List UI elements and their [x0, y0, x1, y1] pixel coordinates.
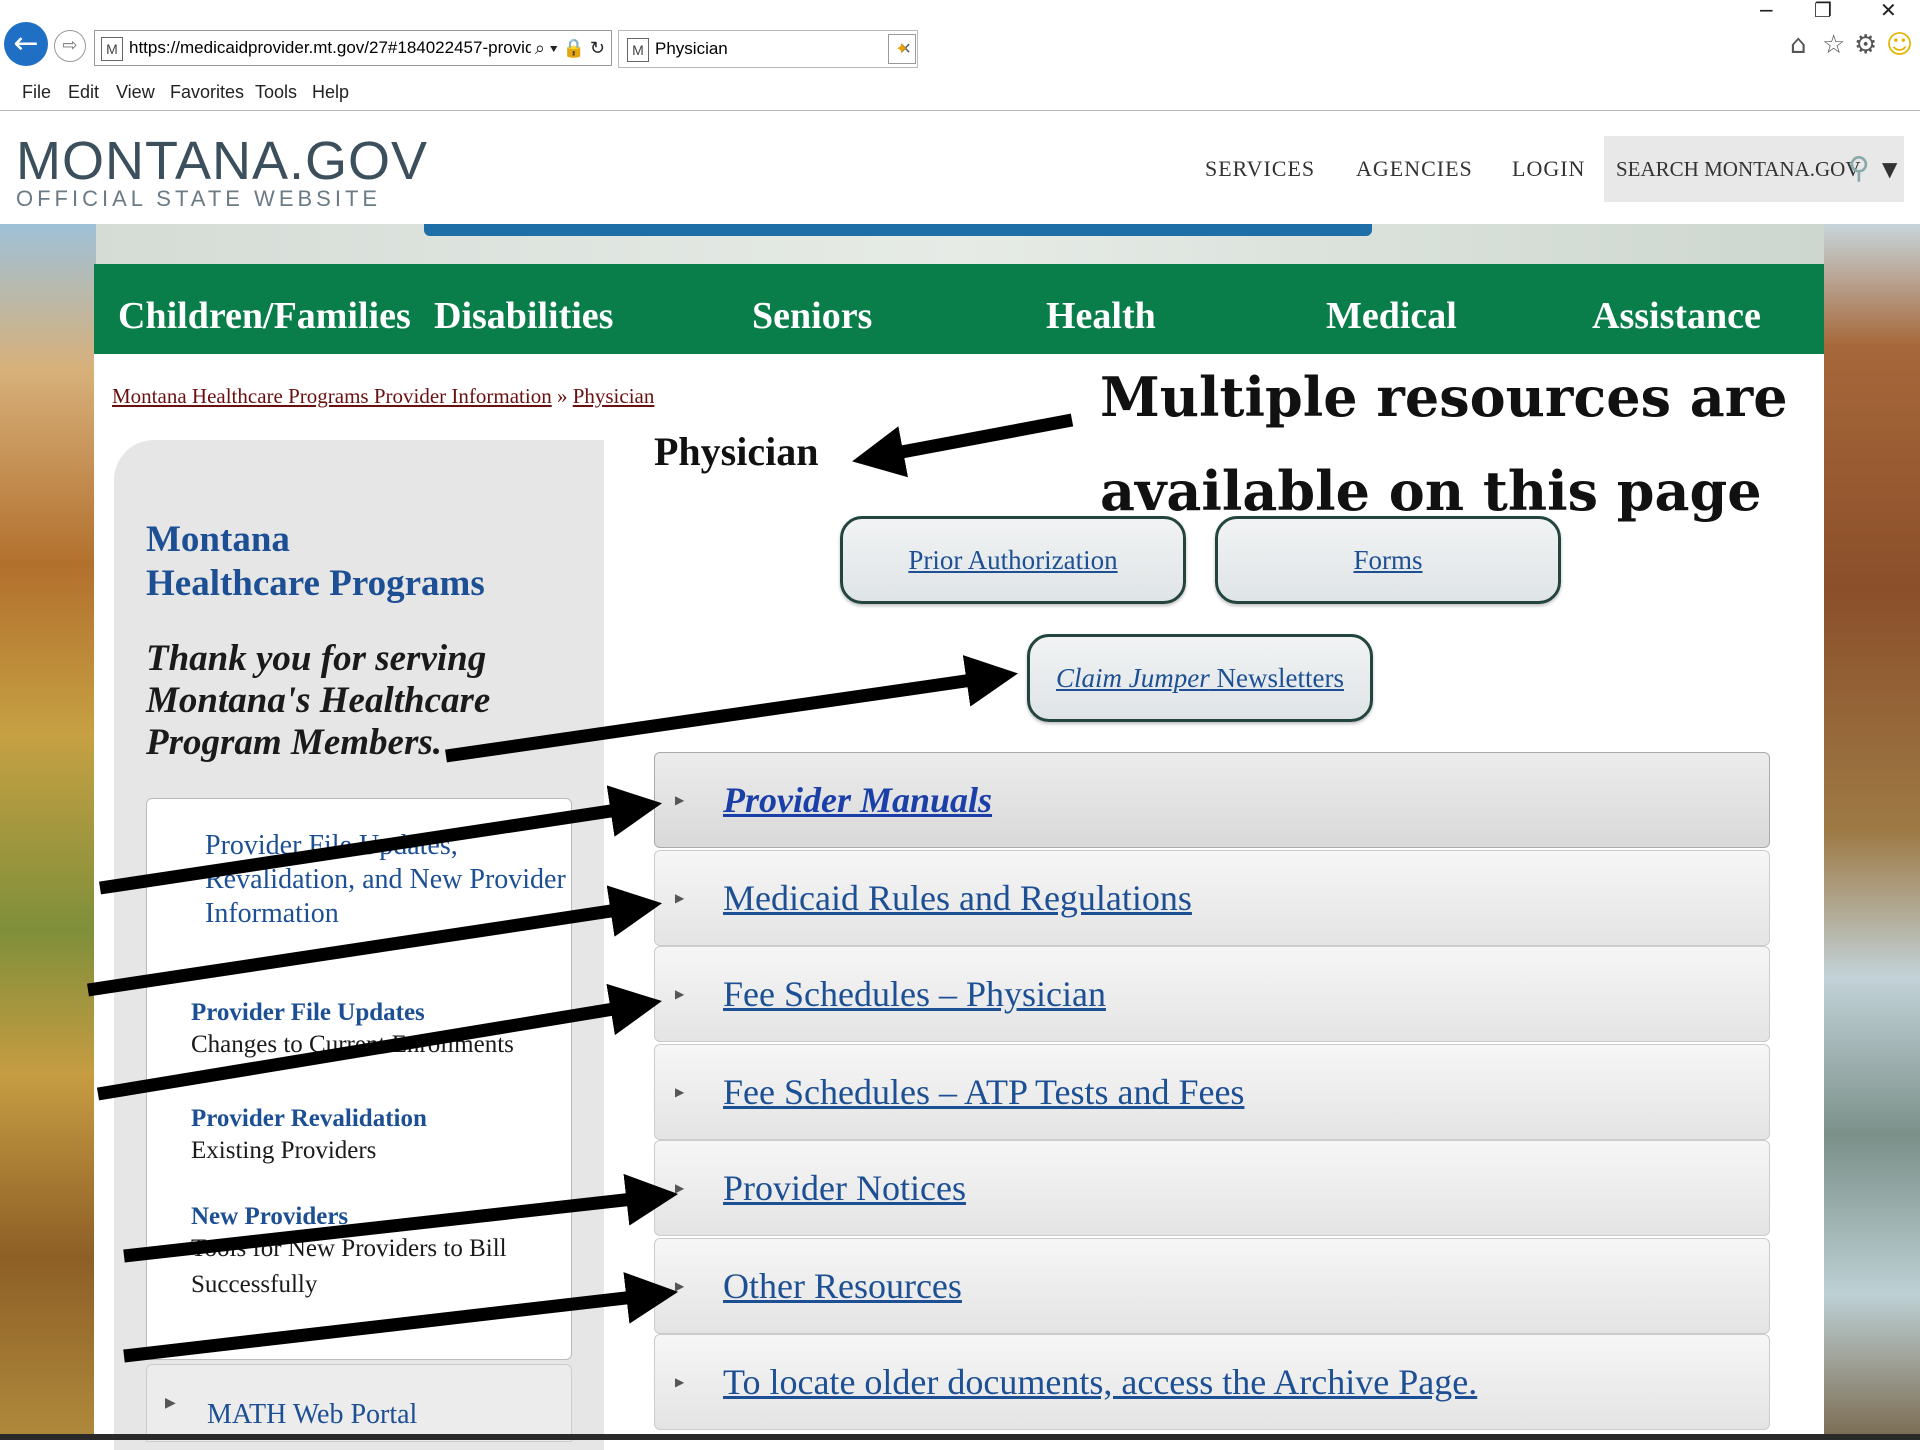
- annotation-arrows: [87, 413, 1074, 1363]
- arrow-to-medicaid-rules: [87, 885, 662, 997]
- taskbar-edge: [0, 1434, 1920, 1440]
- arrow-to-title: [852, 413, 1074, 478]
- arrow-to-provider-notices: [123, 1173, 679, 1263]
- arrow-to-fee-schedules: [96, 983, 662, 1101]
- arrow-to-provider-manuals: [99, 785, 662, 895]
- arrow-to-claim-jumper: [445, 655, 1019, 763]
- arrow-to-other-resources: [123, 1272, 679, 1363]
